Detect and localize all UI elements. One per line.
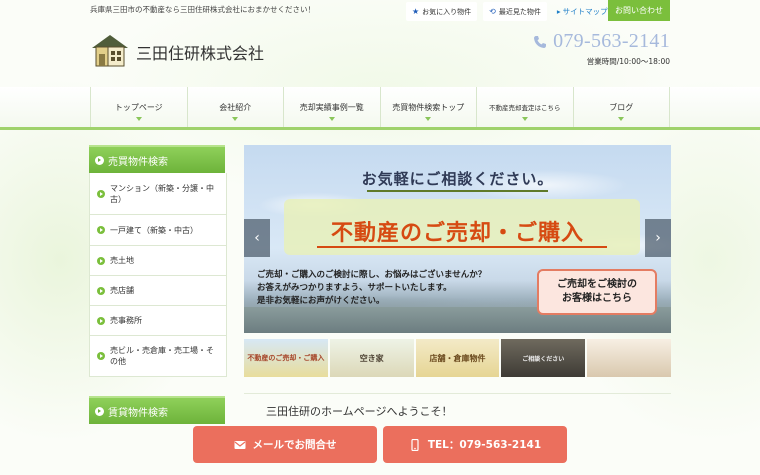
rent-heading-label: 賃貸物件検索 [108,407,168,419]
sitemap-label: サイトマップ [562,7,608,16]
thumbnail-3[interactable]: 店舗・倉庫物件 [415,339,500,377]
nav-label: 不動産売却査定はこちら [489,104,561,112]
arrow-bullet-icon [95,406,104,416]
mail-contact-button[interactable]: メールでお問合せ [193,426,377,463]
banner-line-3: 是非お気軽にお声がけください。 [257,296,385,306]
history-icon: ⟲ [489,7,496,16]
banner-headline: お気軽にご相談ください。 [244,168,671,192]
cta-line-1: ご売却をご検討の [557,279,637,290]
recent-link[interactable]: ⟲ 最近見た物件 [483,2,547,21]
caret-down-icon [521,117,528,121]
recent-label: 最近見た物件 [498,7,541,16]
arrow-bullet-icon [97,256,105,265]
sitemap-link[interactable]: ▸ サイトマップ [557,6,608,17]
caret-down-icon [618,117,625,121]
nav-item-company[interactable]: 会社紹介 [186,87,284,127]
chevron-right-icon: › [655,230,661,246]
nav-item-sales-record[interactable]: 売却実績事例一覧 [283,87,380,127]
slider-next-button[interactable]: › [645,219,671,257]
banner-sell-cta[interactable]: ご売却をご検討の お客様はこちら [537,269,657,315]
rent-search-heading: 賃貸物件検索 [89,396,225,424]
thumbnail-4[interactable]: ご相談ください [501,339,586,377]
tel-contact-button[interactable]: TEL：079-563-2141 [383,426,567,463]
arrow-bullet-icon [97,352,105,360]
banner-line-1: ご売却・ご購入のご検討に際し、お悩みはございませんか？ [257,270,487,280]
nav-item-appraisal[interactable]: 不動産売却査定はこちら [476,87,573,127]
nav-item-property-search[interactable]: 売買物件検索トップ [379,87,477,127]
sidebar-item-label: 売土地 [110,256,134,265]
utility-links: ★ お気に入り物件 ⟲ 最近見た物件 ▸ サイトマップ [406,2,608,21]
cta-line-2: お客様はこちら [562,293,632,304]
sidebar-item-mansion[interactable]: マンション（新築・分譲・中古） [90,173,226,215]
smartphone-icon [411,438,419,451]
arrow-bullet-icon [95,155,104,165]
welcome-title: 三田住研のホームページへようこそ！ [266,405,453,418]
caret-down-icon [425,117,432,121]
thumbnail-label: 不動産のご売却・ご購入 [247,354,325,362]
nav-label: ブログ [609,102,634,112]
banner-description: ご売却・ご購入のご検討に際し、お悩みはございませんか？ お答えがみつかりますよう… [257,269,486,308]
nav-label: 売買物件検索トップ [392,102,465,112]
nav-item-top[interactable]: トップページ [90,87,187,127]
company-name[interactable]: 三田住研株式会社 [136,40,264,64]
mail-icon [234,440,245,449]
header-phone[interactable]: 079-563-2141 [533,30,670,53]
headline-underline [367,190,548,192]
sidebar-item-land[interactable]: 売土地 [90,246,226,276]
caret-down-icon [232,117,239,121]
favorites-link[interactable]: ★ お気に入り物件 [406,2,478,21]
sidebar-item-label: マンション（新築・分譲・中古） [110,183,214,204]
sale-heading-label: 売買物件検索 [108,156,168,168]
thumbnail-label: ご相談ください [522,355,565,363]
hero-banner[interactable]: お気軽にご相談ください。 不動産のご売却・ご購入 ご売却・ご購入のご検討に際し、… [244,145,671,333]
thumbnail-label: 店舗・倉庫物件 [429,353,486,363]
star-icon: ★ [412,7,420,16]
banner-line-2: お答えがみつかりますよう、サポートいたします。 [257,283,452,293]
thumbnail-5[interactable] [587,339,671,377]
thumbnail-label: 空き家 [359,353,384,363]
thumbnail-2[interactable]: 空き家 [329,339,414,377]
sidebar-item-label: 売ビル・売倉庫・売工場・その他 [110,346,214,366]
banner-main-title: 不動産のご売却・ご購入 [244,215,671,248]
phone-number: 079-563-2141 [553,30,670,52]
nav-label: 会社紹介 [219,102,252,112]
slider-thumbnails: 不動産のご売却・ご購入 空き家 店舗・倉庫物件 ご相談ください [244,339,671,377]
favorites-label: お気に入り物件 [422,7,472,16]
mail-contact-label: メールでお問合せ [252,439,337,451]
house-logo-icon[interactable] [90,32,130,68]
main-title-underline [317,246,607,248]
tel-contact-label: TEL：079-563-2141 [427,439,542,451]
sidebar-item-building[interactable]: 売ビル・売倉庫・売工場・その他 [90,336,226,376]
arrow-bullet-icon [97,286,105,295]
sidebar-item-label: 売店舗 [110,286,134,295]
site-tagline: 兵庫県三田市の不動産なら三田住研株式会社におまかせください！ [90,5,315,14]
sale-search-heading: 売買物件検索 [89,145,225,173]
arrow-bullet-icon [97,226,105,234]
nav-item-blog[interactable]: ブログ [572,87,670,127]
thumbnail-1[interactable]: 不動産のご売却・ご購入 [244,339,328,377]
banner-headline-text: お気軽にご相談ください。 [361,170,554,188]
phone-icon [534,35,547,48]
banner-main-text: 不動産のご売却・ご購入 [330,221,584,246]
nav-label: 売却実績事例一覧 [299,102,364,112]
arrow-bullet-icon [97,189,105,198]
nav-label: トップページ [114,102,163,112]
sidebar-item-house[interactable]: 一戸建て（新築・中古） [90,215,226,246]
sidebar-item-office[interactable]: 売事務所 [90,306,226,336]
business-hours: 営業時間/10:00～18:00 [586,57,670,66]
chevron-right-icon: ▸ [556,7,561,16]
caret-down-icon [328,117,335,121]
slider-prev-button[interactable]: ‹ [244,219,270,257]
sale-search-list: マンション（新築・分譲・中古） 一戸建て（新築・中古） 売土地 売店舗 売事務所… [89,173,227,377]
arrow-bullet-icon [97,316,105,325]
sidebar-item-label: 売事務所 [110,316,142,325]
chevron-left-icon: ‹ [254,230,260,246]
caret-down-icon [135,117,142,121]
sidebar-item-store[interactable]: 売店舗 [90,276,226,306]
sidebar-item-label: 一戸建て（新築・中古） [110,225,198,235]
main-nav: トップページ 会社紹介 売却実績事例一覧 売買物件検索トップ 不動産売却査定はこ… [90,87,670,127]
contact-button[interactable]: お問い合わせ [608,0,670,21]
